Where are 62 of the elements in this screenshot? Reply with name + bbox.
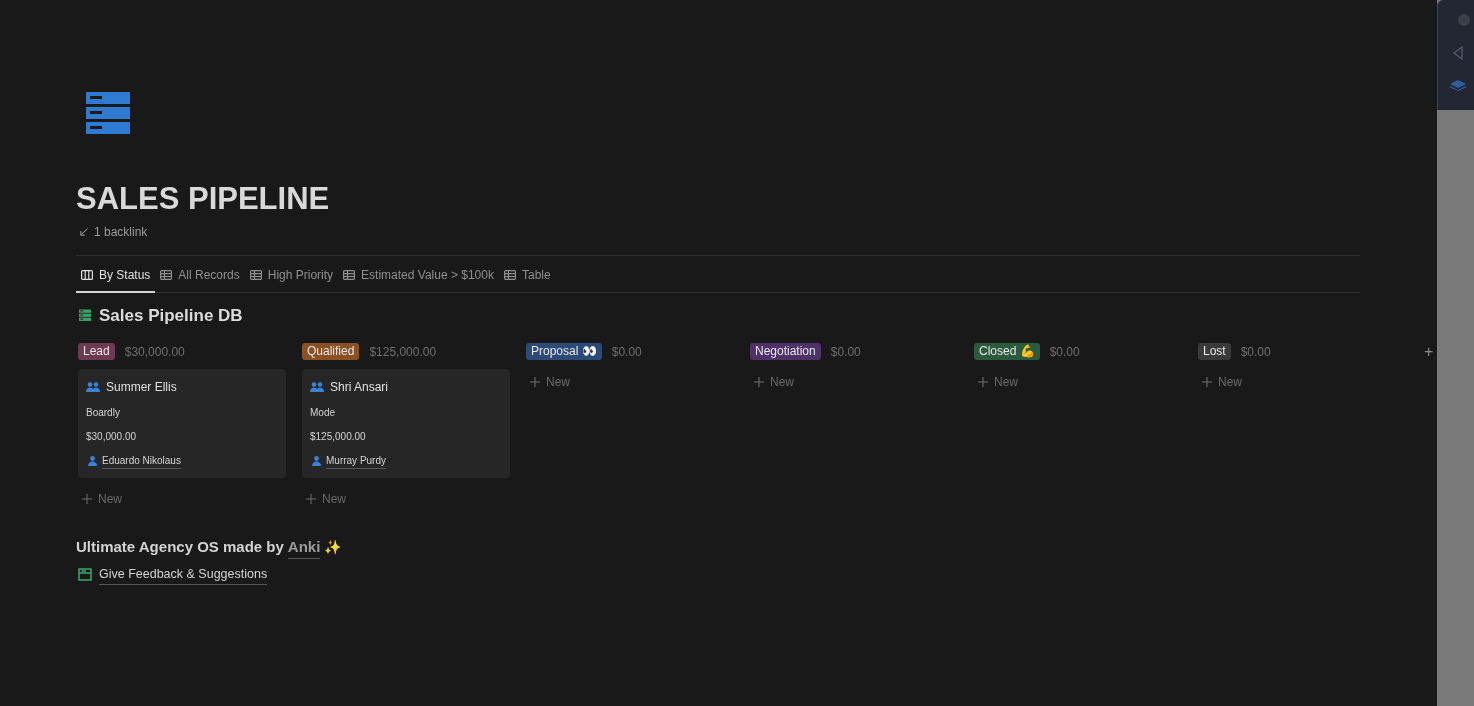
new-card-button[interactable]: New: [978, 372, 1018, 391]
feedback-link[interactable]: Give Feedback & Suggestions: [99, 565, 268, 585]
plus-icon: [978, 376, 988, 387]
status-tag: Lead: [78, 343, 115, 360]
plus-icon: [306, 493, 316, 504]
estimated-value: $30,000.00: [86, 429, 137, 444]
card-title: Summer Ellis: [106, 378, 177, 396]
people-icon: [86, 381, 100, 392]
database-icon: [79, 309, 91, 323]
form-icon: [78, 568, 92, 582]
new-card-button[interactable]: New: [530, 372, 570, 391]
person-icon: [88, 455, 97, 466]
estimated-value: $125,000.00: [310, 429, 366, 444]
footer-heading: Ultimate Agency OS made by: [76, 537, 284, 557]
database-title: Sales Pipeline DB: [99, 305, 243, 327]
view-tab[interactable]: By Status: [76, 266, 156, 293]
company-name: Mode: [310, 405, 335, 420]
view-tab[interactable]: Table: [498, 266, 556, 293]
layers-icon[interactable]: [1450, 80, 1466, 91]
plus-icon: [82, 493, 92, 504]
card-title: Shri Ansari: [330, 378, 389, 396]
column-total: $30,000.00: [124, 343, 185, 361]
new-card-button[interactable]: New: [754, 372, 794, 391]
page-title: SALES PIPELINE: [76, 181, 330, 217]
record-card[interactable]: Summer Ellis Boardly $30,000.00 Eduardo Nikolaus: [78, 368, 286, 478]
column-total: $0.00: [1049, 343, 1080, 361]
status-tag: Negotiation: [750, 343, 821, 360]
view-tab[interactable]: All Records: [155, 266, 245, 293]
status-tag: Closed 💪: [974, 343, 1040, 360]
column-total: $125,000.00: [369, 343, 437, 361]
status-tag: Qualified: [302, 343, 360, 360]
author-link[interactable]: Anki: [287, 535, 321, 559]
column-total: $0.00: [1240, 343, 1271, 361]
company-name: Boardly: [86, 405, 120, 420]
table-icon: [160, 269, 173, 281]
database-icon: [86, 92, 130, 136]
view-tab[interactable]: Estimated Value > $100k: [338, 266, 499, 293]
view-tab[interactable]: High Priority: [244, 266, 339, 293]
table-icon: [503, 269, 516, 281]
table-icon: [249, 269, 262, 281]
sparkles-emoji: ✨: [324, 537, 342, 557]
plus-icon: [754, 376, 764, 387]
status-tag: Proposal 👀: [526, 343, 602, 360]
owner-name[interactable]: Eduardo Nikolaus: [102, 452, 181, 469]
people-icon: [310, 381, 324, 392]
owner-name[interactable]: Murray Purdy: [326, 452, 386, 469]
column-total: $0.00: [611, 343, 642, 361]
backlink-link[interactable]: 1 backlink: [94, 223, 148, 241]
add-group-button[interactable]: +: [1424, 342, 1434, 361]
back-icon[interactable]: [1453, 46, 1463, 60]
arrow-icon: [80, 228, 88, 236]
new-card-button[interactable]: New: [82, 489, 122, 508]
new-card-button[interactable]: New: [1202, 372, 1242, 391]
table-icon: [343, 269, 356, 281]
plus-icon: [1202, 376, 1212, 387]
board-icon: [81, 269, 93, 281]
new-card-button[interactable]: New: [306, 489, 346, 508]
status-tag: Lost: [1198, 343, 1231, 360]
plus-icon: [530, 376, 540, 387]
column-total: $0.00: [830, 343, 861, 361]
person-icon: [312, 455, 321, 466]
record-card[interactable]: Shri Ansari Mode $125,000.00 Murray Purdy: [302, 368, 510, 478]
